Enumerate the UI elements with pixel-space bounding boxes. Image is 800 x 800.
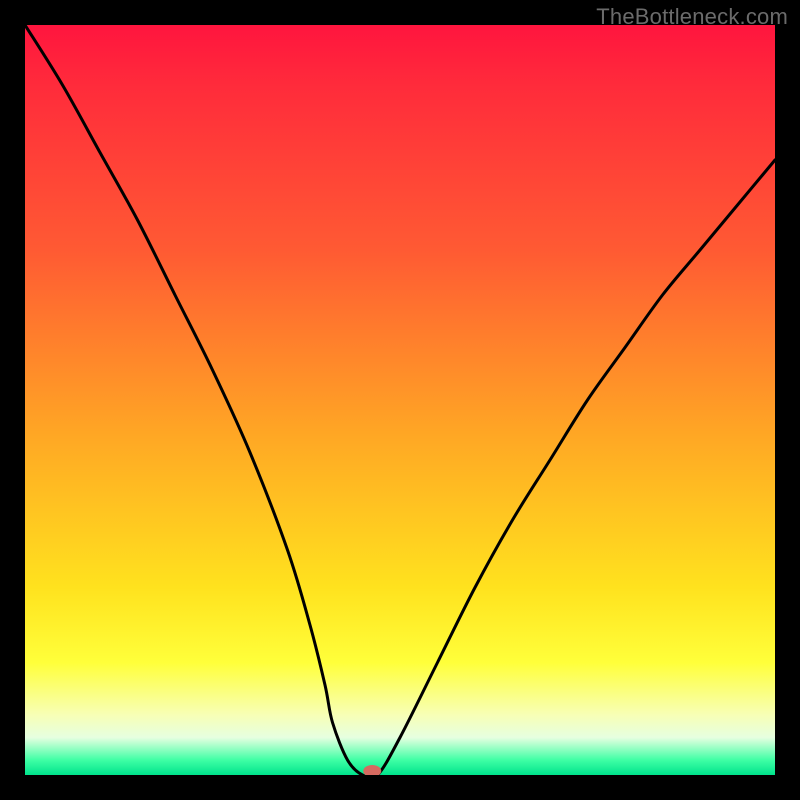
plot-area (25, 25, 775, 775)
curve-svg (25, 25, 775, 775)
chart-frame: TheBottleneck.com (0, 0, 800, 800)
watermark-text: TheBottleneck.com (596, 4, 788, 30)
optimum-marker (363, 765, 381, 775)
bottleneck-curve (25, 25, 775, 775)
